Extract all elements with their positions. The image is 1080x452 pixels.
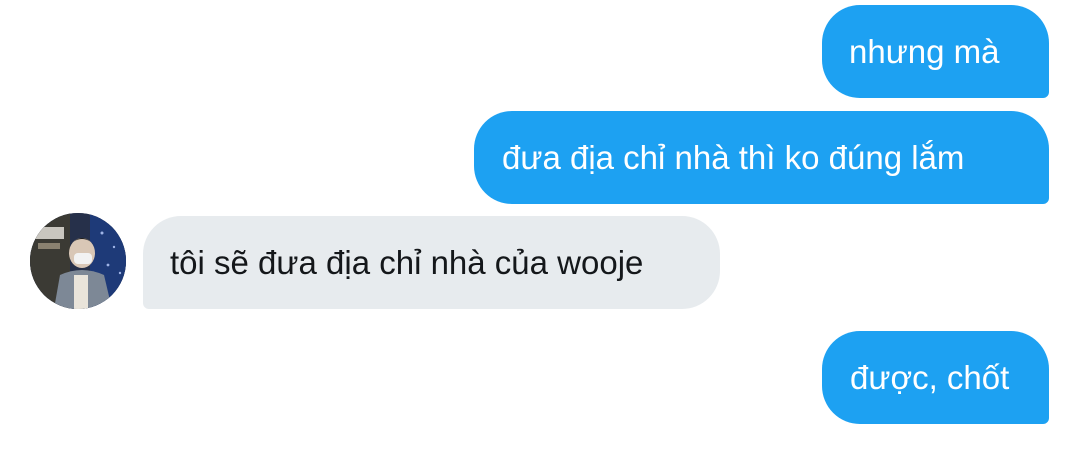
user-avatar-photo-icon: [30, 213, 126, 309]
sent-message-bubble[interactable]: được, chốt: [822, 331, 1049, 424]
message-text: nhưng mà: [849, 33, 1000, 70]
sent-message-bubble[interactable]: đưa địa chỉ nhà thì ko đúng lắm: [474, 111, 1049, 204]
message-text: đưa địa chỉ nhà thì ko đúng lắm: [502, 139, 965, 176]
sent-message-bubble[interactable]: nhưng mà: [822, 5, 1049, 98]
message-text: được, chốt: [850, 359, 1010, 396]
message-text: tôi sẽ đưa địa chỉ nhà của wooje: [170, 244, 644, 281]
avatar[interactable]: [30, 213, 126, 309]
received-message-bubble[interactable]: tôi sẽ đưa địa chỉ nhà của wooje: [143, 216, 720, 309]
